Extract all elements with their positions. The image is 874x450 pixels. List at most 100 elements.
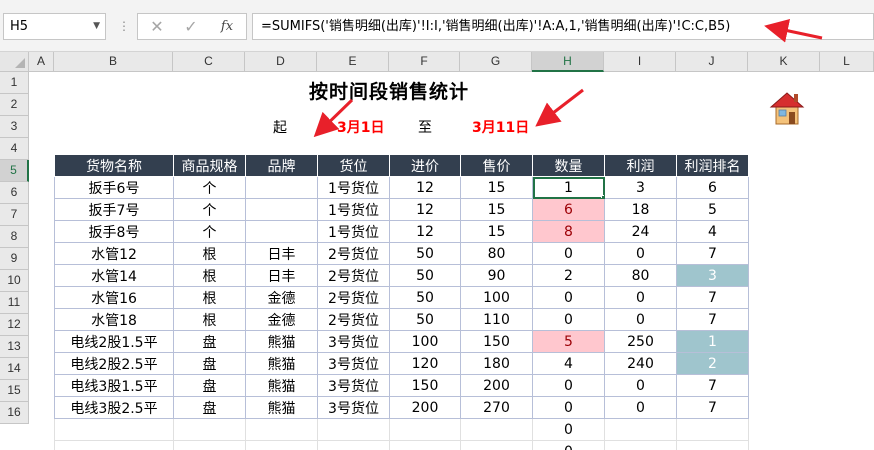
table-cell[interactable]: 15 [460,176,533,199]
table-cell[interactable]: 3 [604,176,677,199]
table-cell[interactable]: 盘 [173,374,246,397]
table-cell[interactable]: 180 [460,352,533,375]
table-cell[interactable]: 100 [460,286,533,309]
enter-icon[interactable]: ✓ [176,14,206,39]
house-icon[interactable] [767,88,807,128]
column-header-g[interactable]: G [460,52,532,72]
table-cell[interactable]: 个 [173,198,246,221]
table-cell[interactable]: 150 [460,330,533,353]
table-cell[interactable]: 90 [460,264,533,287]
table-cell[interactable] [245,220,318,243]
row-header-16[interactable]: 16 [0,402,29,424]
column-title[interactable]: 进价 [389,154,461,177]
row-header-4[interactable]: 4 [0,138,29,160]
table-cell[interactable]: 5 [676,198,749,221]
cancel-icon[interactable]: ✕ [142,14,172,39]
more-options-icon[interactable]: ⋮ [118,14,130,38]
column-header-l[interactable]: L [820,52,874,72]
table-cell[interactable]: 240 [604,352,677,375]
table-cell[interactable]: 扳手8号 [54,220,174,243]
end-date[interactable]: 3月11日 [472,117,529,137]
column-title[interactable]: 商品规格 [173,154,246,177]
table-cell[interactable]: 7 [676,374,749,397]
table-cell[interactable]: 熊猫 [245,330,318,353]
table-cell[interactable]: 电线3股2.5平 [54,396,174,419]
table-cell[interactable]: 110 [460,308,533,331]
table-cell[interactable] [604,418,677,441]
table-cell[interactable]: 12 [389,198,461,221]
table-cell[interactable]: 3号货位 [317,330,390,353]
column-header-b[interactable]: B [54,52,173,72]
table-cell[interactable]: 6 [676,176,749,199]
row-header-10[interactable]: 10 [0,270,29,292]
table-cell[interactable]: 80 [460,242,533,265]
table-cell[interactable]: 0 [604,286,677,309]
table-cell[interactable]: 电线2股1.5平 [54,330,174,353]
table-cell[interactable]: 150 [389,374,461,397]
table-cell[interactable]: 熊猫 [245,396,318,419]
table-cell[interactable]: 0 [532,308,605,331]
table-cell[interactable] [173,440,246,450]
table-cell[interactable]: 熊猫 [245,374,318,397]
table-cell[interactable]: 1号货位 [317,176,390,199]
table-cell[interactable] [460,440,533,450]
table-cell[interactable]: 扳手6号 [54,176,174,199]
table-cell[interactable]: 日丰 [245,242,318,265]
row-header-5[interactable]: 5 [0,160,29,182]
table-cell[interactable]: 6 [532,198,605,221]
name-box[interactable]: H5 ▼ [3,13,106,40]
row-header-7[interactable]: 7 [0,204,29,226]
column-header-c[interactable]: C [173,52,245,72]
table-cell[interactable] [317,440,390,450]
table-cell[interactable]: 18 [604,198,677,221]
table-cell[interactable]: 7 [676,242,749,265]
table-cell[interactable]: 12 [389,220,461,243]
table-cell[interactable]: 8 [532,220,605,243]
table-cell[interactable] [245,198,318,221]
row-header-14[interactable]: 14 [0,358,29,380]
table-cell[interactable] [389,440,461,450]
table-cell[interactable] [245,176,318,199]
table-cell[interactable]: 扳手7号 [54,198,174,221]
table-cell[interactable]: 0 [604,242,677,265]
table-cell[interactable] [460,418,533,441]
table-cell[interactable]: 0 [532,286,605,309]
table-cell[interactable]: 250 [604,330,677,353]
column-header-f[interactable]: F [389,52,460,72]
column-title[interactable]: 利润 [604,154,677,177]
table-cell[interactable]: 水管12 [54,242,174,265]
start-date[interactable]: 3月1日 [337,117,384,137]
table-cell[interactable]: 3号货位 [317,374,390,397]
table-cell[interactable]: 水管14 [54,264,174,287]
table-cell[interactable] [389,418,461,441]
column-title[interactable]: 利润排名 [676,154,749,177]
table-cell[interactable]: 个 [173,220,246,243]
table-cell[interactable]: 个 [173,176,246,199]
row-header-9[interactable]: 9 [0,248,29,270]
table-cell[interactable]: 日丰 [245,264,318,287]
row-header-6[interactable]: 6 [0,182,29,204]
table-cell[interactable]: 4 [676,220,749,243]
row-header-13[interactable]: 13 [0,336,29,358]
table-cell[interactable]: 50 [389,286,461,309]
column-header-k[interactable]: K [748,52,820,72]
table-cell[interactable]: 盘 [173,352,246,375]
active-cell-h5[interactable]: 1 [532,176,605,199]
table-cell[interactable]: 120 [389,352,461,375]
table-cell[interactable]: 金德 [245,286,318,309]
insert-function-icon[interactable]: fx [212,14,242,39]
formula-input[interactable]: =SUMIFS('销售明细(出库)'!I:I,'销售明细(出库)'!A:A,1,… [252,13,874,40]
table-cell[interactable]: 电线2股2.5平 [54,352,174,375]
table-cell[interactable]: 根 [173,308,246,331]
table-cell[interactable]: 7 [676,396,749,419]
table-cell[interactable] [245,440,318,450]
table-cell[interactable]: 0 [532,418,605,441]
table-cell[interactable]: 根 [173,264,246,287]
row-header-8[interactable]: 8 [0,226,29,248]
table-cell[interactable]: 100 [389,330,461,353]
table-cell[interactable]: 盘 [173,330,246,353]
table-cell[interactable]: 0 [532,440,605,450]
table-cell[interactable] [676,418,749,441]
table-cell[interactable]: 2号货位 [317,242,390,265]
table-cell[interactable]: 5 [532,330,605,353]
